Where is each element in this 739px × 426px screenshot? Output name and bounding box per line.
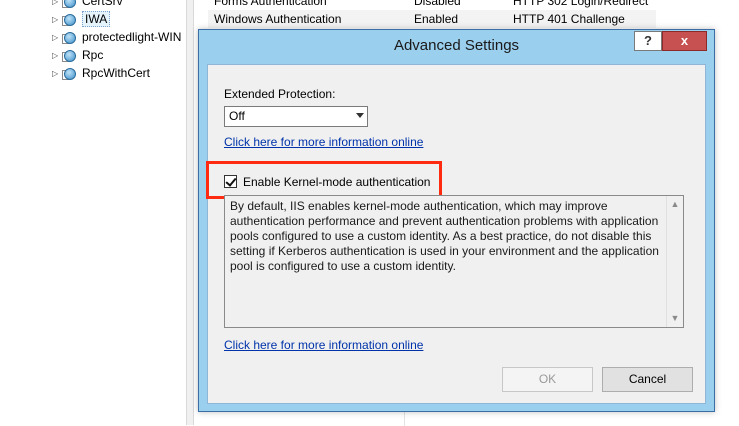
tree-item-label: protectedlight-WIN <box>82 30 182 44</box>
auth-status-cell: Disabled <box>414 0 461 8</box>
auth-name-cell: Forms Authentication <box>214 0 327 8</box>
auth-status-cell: Enabled <box>414 12 459 26</box>
description-text: By default, IIS enables kernel-mode auth… <box>230 199 659 273</box>
ok-button[interactable]: OK <box>502 367 593 392</box>
pane-splitter[interactable] <box>186 0 194 425</box>
tree-item-iwa[interactable]: ▷ IWA <box>52 10 111 29</box>
advanced-settings-dialog: Advanced Settings ? x Extended Protectio… <box>198 29 715 412</box>
expand-arrow-icon[interactable]: ▷ <box>52 29 62 47</box>
extended-protection-value: Off <box>229 109 245 123</box>
tree-item-protectedlight[interactable]: ▷ protectedlight-WIN <box>52 28 181 46</box>
expand-arrow-icon[interactable]: ▷ <box>52 11 62 29</box>
expand-arrow-icon[interactable]: ▷ <box>52 47 62 65</box>
tree-item-label: CertSrv <box>82 0 123 8</box>
site-tree-panel: ▷ CertSrv ▷ IWA ▷ protectedlight-WIN ▷ Rpc ▷… <box>0 0 186 425</box>
kernel-mode-label[interactable]: Enable Kernel-mode authentication <box>243 174 430 190</box>
dialog-body: Extended Protection: Off Click here for … <box>206 64 706 404</box>
cancel-button[interactable]: Cancel <box>602 367 693 392</box>
web-application-icon <box>62 49 78 63</box>
tree-item-label: RpcWithCert <box>82 66 151 80</box>
dialog-titlebar[interactable]: Advanced Settings ? x <box>199 30 714 62</box>
expand-arrow-icon[interactable]: ▷ <box>52 65 62 83</box>
checkmark-icon <box>225 175 237 187</box>
kernel-mode-checkbox[interactable] <box>224 175 237 188</box>
help-button[interactable]: ? <box>634 31 662 51</box>
web-application-icon <box>62 67 78 81</box>
close-button[interactable]: x <box>662 31 707 51</box>
tree-item-label: IWA <box>82 11 111 27</box>
extended-protection-select[interactable]: Off <box>224 106 368 127</box>
auth-type-cell: HTTP 302 Login/Redirect <box>513 0 649 8</box>
web-application-icon <box>62 31 78 45</box>
chevron-down-icon <box>356 113 364 118</box>
tree-item-rpc[interactable]: ▷ Rpc <box>52 46 103 64</box>
auth-type-cell: HTTP 401 Challenge <box>513 12 625 26</box>
table-row[interactable]: Windows Authentication Enabled HTTP 401 … <box>208 10 656 28</box>
table-row[interactable]: Forms Authentication Disabled HTTP 302 L… <box>208 0 656 10</box>
auth-name-cell: Windows Authentication <box>214 12 342 26</box>
vertical-scrollbar[interactable]: ▲ ▼ <box>666 196 683 327</box>
scroll-up-arrow-icon[interactable]: ▲ <box>667 196 683 213</box>
more-info-link-extended-protection[interactable]: Click here for more information online <box>224 135 423 149</box>
more-info-link-kernel-mode[interactable]: Click here for more information online <box>224 338 423 352</box>
description-textbox[interactable]: By default, IIS enables kernel-mode auth… <box>224 195 684 328</box>
tree-item-certsrv[interactable]: ▷ CertSrv <box>52 0 123 10</box>
dialog-title: Advanced Settings <box>393 37 520 54</box>
scroll-down-arrow-icon[interactable]: ▼ <box>667 310 683 327</box>
web-application-icon <box>62 13 78 27</box>
tree-item-label: Rpc <box>82 48 104 62</box>
extended-protection-label: Extended Protection: <box>224 87 336 101</box>
tree-item-rpcwithcert[interactable]: ▷ RpcWithCert <box>52 64 150 82</box>
web-application-icon <box>62 0 78 9</box>
